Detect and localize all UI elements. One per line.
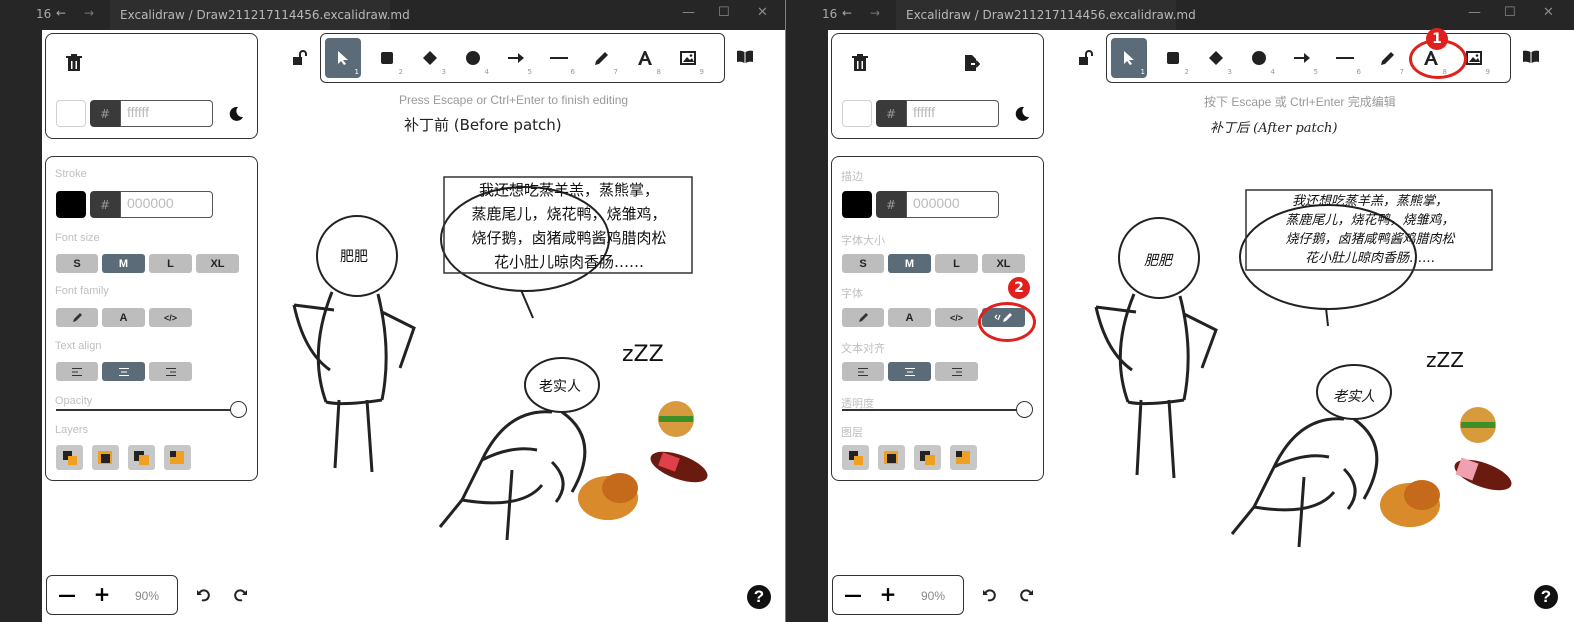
file-tab[interactable]: Excalidraw / Draw211217114456.excalidraw… bbox=[896, 0, 1196, 30]
pane-count: 16 bbox=[36, 7, 52, 21]
sleep-zzz: zZZ bbox=[1426, 348, 1464, 372]
figure-label-honest: 老实人 bbox=[539, 379, 581, 395]
speech-line-2: 蒸鹿尾儿，烧花鸭，烧雏鸡， bbox=[1285, 213, 1455, 228]
pane-count: 16 bbox=[822, 7, 838, 21]
drawing-canvas[interactable]: # ffffff 描边 # 000000 字体大小 S M L XL 字体 A … bbox=[828, 28, 1574, 622]
help-button[interactable]: ? bbox=[747, 585, 771, 609]
speech-line-2: 蒸鹿尾儿，烧花鸭，烧雏鸡， bbox=[471, 205, 667, 223]
left-ribbon bbox=[0, 30, 42, 622]
forward-arrow-icon[interactable]: → bbox=[84, 6, 94, 20]
titlebar: 16 ← → Excalidraw / Draw211217114456.exc… bbox=[786, 0, 1574, 30]
figure-label-fat: 肥肥 bbox=[340, 249, 368, 265]
drawing-canvas[interactable]: # ffffff Stroke # 000000 Font size S M L… bbox=[42, 30, 785, 622]
undo-icon[interactable] bbox=[194, 586, 212, 604]
zoom-out-button[interactable]: — bbox=[843, 584, 863, 606]
zoom-out-button[interactable]: — bbox=[57, 584, 77, 606]
maximize-icon[interactable]: ☐ bbox=[1504, 5, 1516, 20]
speech-line-3: 烧仔鹅，卤猪咸鸭酱鸡腊肉松 bbox=[1285, 232, 1455, 247]
undo-icon[interactable] bbox=[980, 586, 998, 604]
sleep-zzz: zZZ bbox=[622, 342, 664, 367]
minimize-icon[interactable]: — bbox=[1468, 5, 1481, 20]
figure-label-fat: 肥肥 bbox=[1144, 253, 1172, 269]
forward-arrow-icon[interactable]: → bbox=[870, 6, 880, 20]
speech-line-4[interactable]: 花小肚儿晾肉香肠…… bbox=[449, 250, 689, 274]
drawing-strokes bbox=[1094, 189, 1512, 548]
breadcrumb[interactable]: Excalidraw / bbox=[906, 8, 979, 22]
file-name: Draw211217114456.excalidraw.md bbox=[196, 8, 410, 22]
figure-label-honest: 老实人 bbox=[1333, 389, 1375, 405]
close-icon[interactable]: ✕ bbox=[1543, 5, 1554, 20]
zoom-controls: — + 90% bbox=[46, 575, 178, 615]
drawing-strokes bbox=[292, 176, 708, 541]
right-pane: 16 ← → Excalidraw / Draw211217114456.exc… bbox=[786, 0, 1574, 622]
zoom-in-button[interactable]: + bbox=[878, 582, 898, 606]
minimize-icon[interactable]: — bbox=[682, 5, 695, 20]
back-arrow-icon[interactable]: ← bbox=[842, 6, 852, 20]
zoom-controls: — + 90% bbox=[832, 575, 964, 615]
zoom-in-button[interactable]: + bbox=[92, 582, 112, 606]
left-pane: 16 ← → Excalidraw / Draw211217114456.exc… bbox=[0, 0, 785, 622]
zoom-level[interactable]: 90% bbox=[921, 589, 945, 603]
titlebar: 16 ← → Excalidraw / Draw211217114456.exc… bbox=[0, 0, 785, 30]
speech-line-1: 我还想吃蒸羊羔，蒸熊掌， bbox=[1291, 194, 1448, 209]
redo-icon[interactable] bbox=[232, 586, 250, 604]
speech-line-3: 烧仔鹅，卤猪咸鸭酱鸡腊肉松 bbox=[471, 229, 667, 247]
speech-line-1: 我还想吃蒸羊羔，蒸熊掌， bbox=[478, 181, 659, 199]
file-name: Draw211217114456.excalidraw.md bbox=[982, 8, 1196, 22]
speech-line-4[interactable]: 花小肚儿晾肉香肠…… bbox=[1250, 249, 1490, 268]
help-button[interactable]: ? bbox=[1534, 585, 1558, 609]
left-ribbon bbox=[786, 30, 828, 622]
maximize-icon[interactable]: ☐ bbox=[718, 5, 730, 20]
zoom-level[interactable]: 90% bbox=[135, 589, 159, 603]
redo-icon[interactable] bbox=[1018, 586, 1036, 604]
back-arrow-icon[interactable]: ← bbox=[56, 6, 66, 20]
file-tab[interactable]: Excalidraw / Draw211217114456.excalidraw… bbox=[110, 0, 410, 30]
breadcrumb[interactable]: Excalidraw / bbox=[120, 8, 193, 22]
close-icon[interactable]: ✕ bbox=[757, 5, 768, 20]
